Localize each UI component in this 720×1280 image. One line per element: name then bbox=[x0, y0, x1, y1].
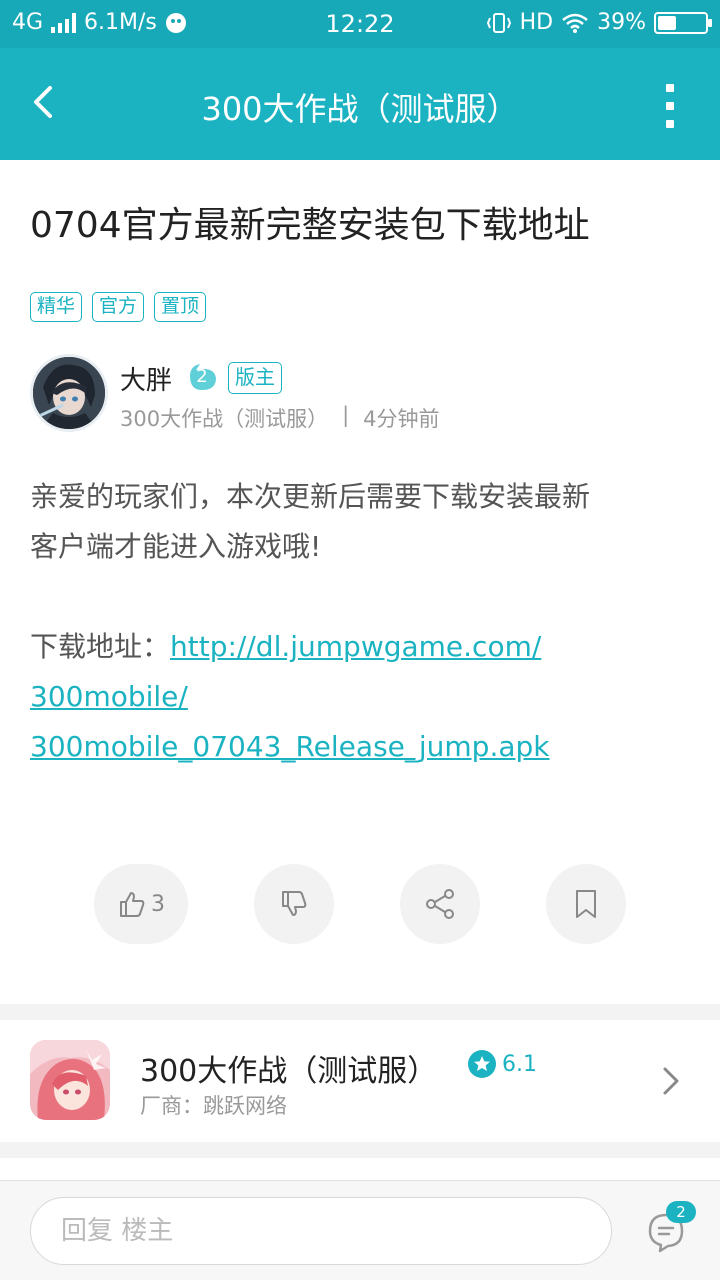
battery-percent: 39% bbox=[597, 10, 646, 35]
comment-count-badge: 2 bbox=[666, 1201, 696, 1223]
game-card[interactable]: 300大作战（测试服） 6.1 厂商：跳跃网络 bbox=[0, 1020, 720, 1142]
rating-value: 6.1 bbox=[502, 1051, 537, 1077]
post-title: 0704官方最新完整安装包下载地址 bbox=[30, 205, 590, 246]
author-name[interactable]: 大胖 bbox=[120, 360, 172, 397]
tag-official[interactable]: 官方 bbox=[92, 292, 145, 322]
share-icon bbox=[426, 889, 454, 919]
post-time: 4分钟前 bbox=[363, 407, 440, 431]
tag-pinned[interactable]: 置顶 bbox=[154, 292, 207, 322]
body-line: 亲爱的玩家们，本次更新后需要下载安装最新 bbox=[30, 480, 591, 513]
battery-icon bbox=[654, 11, 712, 34]
star-icon bbox=[468, 1050, 496, 1078]
status-bar: 4G 6.1M/s 12:22 HD 39% bbox=[0, 0, 720, 48]
avatar[interactable] bbox=[30, 354, 108, 432]
game-rating: 6.1 bbox=[468, 1050, 537, 1078]
moderator-tag: 版主 bbox=[228, 362, 282, 394]
download-label: 下载地址： bbox=[30, 630, 171, 663]
tag-essence[interactable]: 精华 bbox=[30, 292, 83, 322]
like-button[interactable]: 3 bbox=[94, 864, 188, 944]
battery-fill bbox=[658, 15, 676, 30]
thumbs-down-icon bbox=[282, 891, 307, 916]
download-line: 下载地址：http://dl.jumpwgame.com/ bbox=[30, 622, 700, 672]
body-line: 客户端才能进入游戏哦! bbox=[30, 530, 322, 563]
vibrate-icon bbox=[486, 12, 511, 33]
author-meta: 300大作战（测试服） | 4分钟前 bbox=[120, 403, 440, 433]
section-divider bbox=[0, 1142, 720, 1158]
reply-input[interactable]: 回复 楼主 bbox=[30, 1197, 612, 1265]
forum-name[interactable]: 300大作战（测试服） bbox=[120, 403, 328, 433]
bookmark-button[interactable] bbox=[546, 864, 626, 944]
game-icon bbox=[30, 1040, 110, 1120]
bookmark-icon bbox=[576, 890, 596, 918]
share-button[interactable] bbox=[400, 864, 480, 944]
post-tags: 精华 官方 置顶 bbox=[30, 292, 207, 322]
reply-bar: 回复 楼主 2 bbox=[0, 1180, 720, 1280]
download-link[interactable]: http://dl.jumpwgame.com/ bbox=[170, 630, 541, 663]
like-count: 3 bbox=[151, 891, 165, 917]
post-actions: 3 bbox=[0, 864, 720, 944]
wifi-icon bbox=[562, 13, 588, 33]
level-badge: 2 bbox=[186, 362, 218, 392]
app-bar: 300大作战（测试服） bbox=[0, 48, 720, 160]
section-divider bbox=[0, 1004, 720, 1020]
thumbs-up-icon bbox=[120, 892, 145, 917]
avatar-image bbox=[33, 357, 105, 429]
post-body: 亲爱的玩家们，本次更新后需要下载安装最新 客户端才能进入游戏哦! 下载地址：ht… bbox=[30, 472, 700, 772]
download-link[interactable]: 300mobile/ bbox=[30, 680, 188, 713]
download-link[interactable]: 300mobile_07043_Release_jump.apk bbox=[30, 730, 550, 763]
chevron-right-icon[interactable] bbox=[662, 1066, 680, 1096]
hd-indicator: HD bbox=[519, 10, 554, 35]
level-number: 2 bbox=[196, 366, 208, 387]
game-name: 300大作战（测试服） bbox=[140, 1054, 438, 1089]
game-vendor: 厂商：跳跃网络 bbox=[140, 1094, 287, 1118]
meta-separator: | bbox=[342, 403, 350, 427]
dislike-button[interactable] bbox=[254, 864, 334, 944]
app-bar-title: 300大作战（测试服） bbox=[201, 90, 519, 128]
more-vertical-icon[interactable] bbox=[660, 84, 680, 128]
